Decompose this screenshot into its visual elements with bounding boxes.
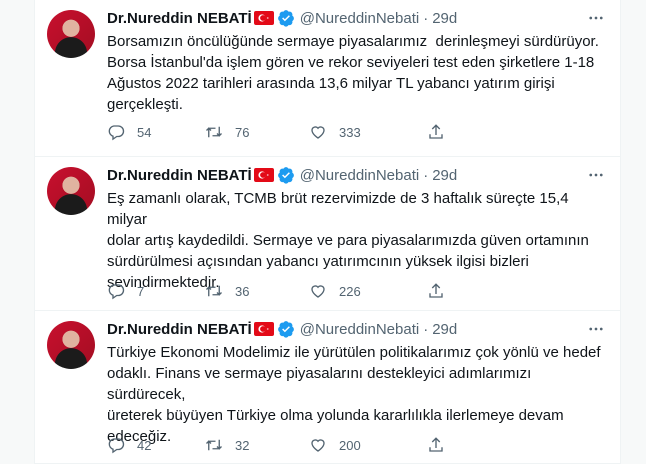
like-count: 333 [339,124,361,140]
more-icon[interactable] [586,165,606,185]
share-button[interactable] [427,436,467,454]
retweet-icon [206,126,222,138]
author-name[interactable]: Dr.Nureddin NEBATİ [107,321,252,338]
verified-icon [277,321,294,338]
share-icon [429,437,443,452]
more-icon[interactable] [586,319,606,339]
reply-button[interactable]: 54 [107,123,205,141]
reply-icon [108,284,125,300]
timestamp[interactable]: 29d [432,321,457,338]
retweet-icon [206,439,222,451]
like-icon [311,439,325,452]
verified-icon [277,167,294,184]
retweet-button[interactable]: 76 [205,123,309,141]
reply-icon [108,438,125,454]
separator: · [423,166,429,184]
like-icon [311,285,325,298]
tweet-header: Dr.Nureddin NEBATİ @NureddinNebati · 29d [107,8,606,28]
author-handle[interactable]: @NureddinNebati [300,321,419,338]
tweet[interactable]: Dr.Nureddin NEBATİ @NureddinNebati · 29d… [35,157,620,311]
retweet-icon [206,285,222,297]
verified-icon [277,10,294,27]
retweet-button[interactable]: 36 [205,282,309,300]
tweet-content: Dr.Nureddin NEBATİ @NureddinNebati · 29d… [107,319,606,447]
tweet-actions: 7 36 226 [107,281,547,301]
avatar[interactable] [47,167,95,215]
timeline: Dr.Nureddin NEBATİ @NureddinNebati · 29d… [34,0,621,464]
turkish-flag-icon [253,322,274,336]
retweet-count: 36 [235,283,250,299]
retweet-count: 32 [235,437,250,453]
turkish-flag-icon [253,11,274,25]
timestamp[interactable]: 29d [432,167,457,184]
tweet-content: Dr.Nureddin NEBATİ @NureddinNebati · 29d… [107,165,606,293]
like-button[interactable]: 226 [309,282,427,300]
tweet-text: Türkiye Ekonomi Modelimiz ile yürütülen … [107,344,601,445]
reply-button[interactable]: 42 [107,436,205,454]
retweet-button[interactable]: 32 [205,436,309,454]
like-count: 226 [339,283,361,299]
tweet-text: Borsamızın öncülüğünde sermaye piyasalar… [107,33,599,113]
reply-button[interactable]: 7 [107,282,205,300]
like-count: 200 [339,437,361,453]
tweet[interactable]: Dr.Nureddin NEBATİ @NureddinNebati · 29d… [35,311,620,464]
share-icon [429,283,443,298]
share-icon [429,124,443,139]
like-button[interactable]: 333 [309,123,427,141]
like-icon [311,126,325,139]
avatar[interactable] [47,321,95,369]
author-handle[interactable]: @NureddinNebati [300,167,419,184]
reply-count: 42 [137,437,152,453]
author-name[interactable]: Dr.Nureddin NEBATİ [107,167,252,184]
author-handle[interactable]: @NureddinNebati [300,10,419,27]
share-button[interactable] [427,282,467,300]
timestamp[interactable]: 29d [432,10,457,27]
reply-count: 7 [137,283,145,299]
separator: · [423,9,429,27]
reply-count: 54 [137,124,152,140]
tweet-content: Dr.Nureddin NEBATİ @NureddinNebati · 29d… [107,8,606,115]
tweet-header: Dr.Nureddin NEBATİ @NureddinNebati · 29d [107,319,606,339]
tweet-header: Dr.Nureddin NEBATİ @NureddinNebati · 29d [107,165,606,185]
more-icon[interactable] [586,8,606,28]
share-button[interactable] [427,123,467,141]
like-button[interactable]: 200 [309,436,427,454]
tweet-actions: 54 76 333 [107,122,547,142]
turkish-flag-icon [253,168,274,182]
tweet[interactable]: Dr.Nureddin NEBATİ @NureddinNebati · 29d… [35,0,620,157]
tweet-actions: 42 32 200 [107,435,547,455]
avatar[interactable] [47,10,95,58]
separator: · [423,320,429,338]
author-name[interactable]: Dr.Nureddin NEBATİ [107,10,252,27]
retweet-count: 76 [235,124,250,140]
reply-icon [108,125,125,141]
tweet-text: Eş zamanlı olarak, TCMB brüt rezervimizd… [107,190,589,291]
